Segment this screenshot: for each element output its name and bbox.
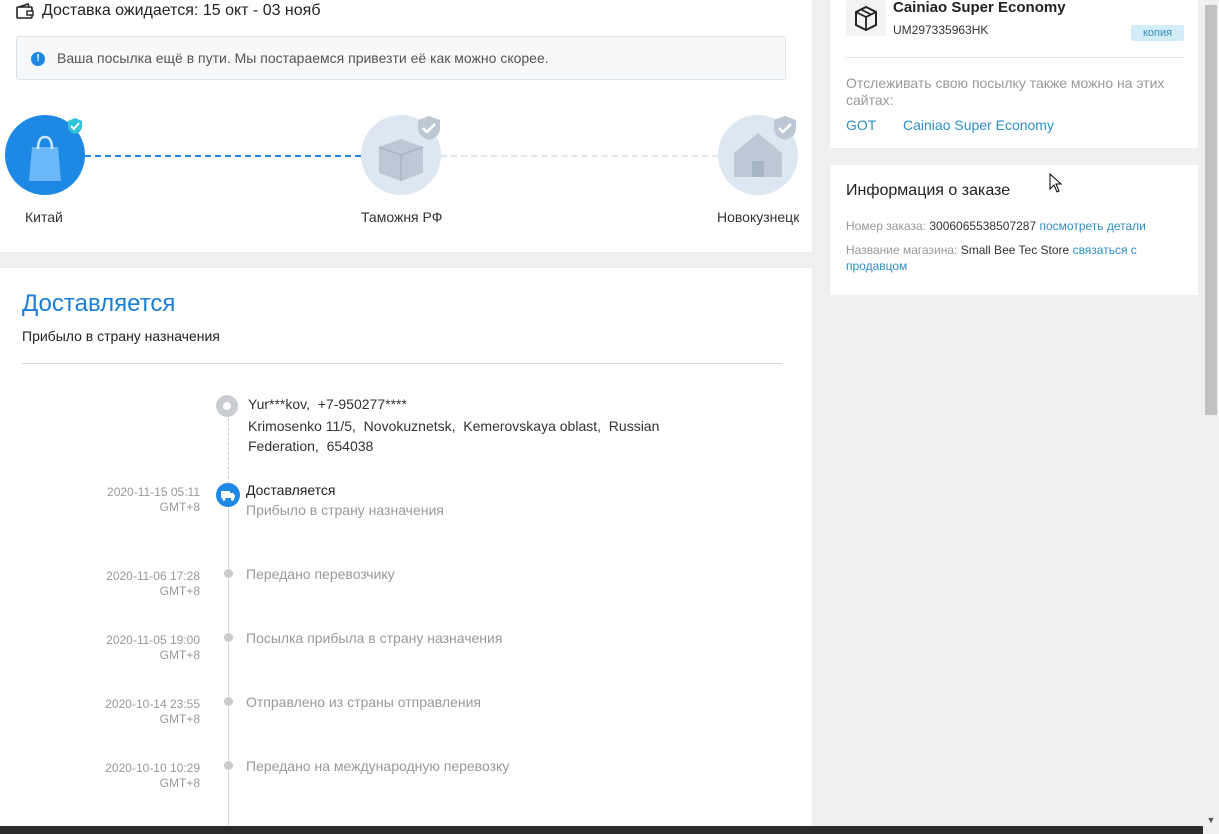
- event-time: 2020-11-15 05:11 GMT+8: [60, 485, 200, 515]
- timeline-dot: [224, 697, 233, 706]
- location-pin-icon: [216, 395, 238, 417]
- timeline-dot: [224, 633, 233, 642]
- event-date: 2020-10-10 10:29: [105, 761, 200, 775]
- progress-label-china: Китай: [25, 209, 63, 225]
- event-title: Передано перевозчику: [246, 566, 395, 582]
- info-icon: !: [31, 52, 45, 66]
- delivery-estimate: Доставка ожидается: 15 окт - 03 нояб: [16, 2, 321, 20]
- check-shield-icon: [68, 118, 82, 134]
- status-subtitle: Прибыло в страну назначения: [22, 328, 220, 344]
- divider: [22, 363, 782, 364]
- event-date: 2020-11-15 05:11: [107, 485, 200, 499]
- tracking-details-panel: [0, 268, 812, 834]
- mouse-cursor-icon: [1049, 173, 1063, 193]
- status-title: Доставляется: [22, 290, 176, 317]
- order-number-row: Номер заказа: 3006065538507287 посмотрет…: [846, 219, 1146, 233]
- view-details-link[interactable]: посмотреть детали: [1039, 219, 1145, 233]
- timeline-dot: [224, 569, 233, 578]
- store-name: Small Bee Tec Store: [960, 243, 1070, 257]
- event-title: Посылка прибыла в страну назначения: [246, 630, 503, 646]
- delivery-estimate-text: Доставка ожидается: 15 окт - 03 нояб: [42, 2, 321, 19]
- event-time: 2020-11-05 19:00 GMT+8: [60, 633, 200, 663]
- event-date: 2020-10-14 23:55: [105, 697, 200, 711]
- progress-connector-done: [85, 155, 361, 157]
- order-number-label: Номер заказа:: [846, 219, 927, 233]
- event-subtitle: Прибыло в страну назначения: [246, 502, 444, 518]
- event-title: Передано на международную перевозку: [246, 758, 510, 774]
- event-timezone: GMT+8: [159, 584, 200, 598]
- event-date: 2020-11-06 17:28: [106, 569, 200, 583]
- wallet-icon: [16, 3, 34, 19]
- order-number: 3006065538507287: [929, 219, 1037, 233]
- scroll-down-arrow-icon[interactable]: ▼: [1203, 812, 1219, 828]
- event-date: 2020-11-05 19:00: [106, 633, 200, 647]
- timeline-dot: [224, 761, 233, 770]
- progress-connector-pending: [441, 155, 718, 157]
- truck-icon: [216, 483, 240, 507]
- tracking-link-cainiao[interactable]: Cainiao Super Economy: [903, 117, 1054, 133]
- event-timezone: GMT+8: [159, 500, 200, 514]
- event-title: Доставляется: [246, 482, 336, 498]
- progress-label-customs: Таможня РФ: [361, 209, 443, 225]
- carrier-name: Cainiao Super Economy: [893, 0, 1066, 16]
- scrollbar-thumb[interactable]: [1205, 5, 1217, 415]
- event-timezone: GMT+8: [159, 648, 200, 662]
- tracking-number: UM297335963HK: [893, 23, 989, 37]
- transit-notice-text: Ваша посылка ещё в пути. Мы постараемся …: [57, 50, 549, 66]
- event-time: 2020-10-14 23:55 GMT+8: [60, 697, 200, 727]
- copy-tracking-button[interactable]: копия: [1131, 25, 1184, 41]
- event-timezone: GMT+8: [159, 776, 200, 790]
- taskbar: [0, 826, 1203, 834]
- event-time: 2020-11-06 17:28 GMT+8: [60, 569, 200, 599]
- package-icon: [846, 0, 886, 36]
- store-row: Название магазина: Small Bee Tec Store с…: [846, 242, 1176, 274]
- timeline-line: [228, 500, 229, 834]
- check-shield-icon: [418, 116, 440, 140]
- progress-label-city: Новокузнецк: [717, 209, 800, 225]
- event-time: 2020-10-10 10:29 GMT+8: [60, 761, 200, 791]
- address-connector: [228, 418, 229, 484]
- event-title: Отправлено из страны отправления: [246, 694, 481, 710]
- store-label: Название магазина:: [846, 243, 958, 257]
- transit-notice: ! Ваша посылка ещё в пути. Мы постараемс…: [16, 36, 786, 80]
- tracking-link-got[interactable]: GOT: [846, 117, 876, 133]
- delivery-address: Krimosenko 11/5, Novokuznetsk, Kemerovsk…: [248, 418, 660, 454]
- alt-tracking-sites-label: Отслеживать свою посылку также можно на …: [846, 75, 1165, 108]
- check-shield-icon: [774, 116, 796, 140]
- divider: [846, 57, 1184, 58]
- recipient-info: Yur***kov, +7-950277****: [248, 396, 407, 412]
- event-timezone: GMT+8: [159, 712, 200, 726]
- order-info-title: Информация о заказе: [846, 182, 1011, 199]
